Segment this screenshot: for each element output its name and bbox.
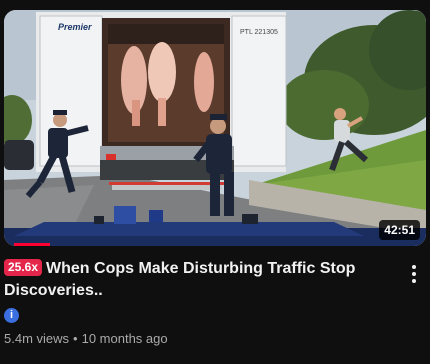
- menu-dot: [412, 272, 416, 276]
- thumbnail-scene: Premier PTL 221305: [4, 10, 426, 246]
- video-title[interactable]: 25.6x When Cops Make Disturbing Traffic S…: [4, 258, 394, 302]
- verified-badge-icon: i: [4, 308, 19, 323]
- video-title-text: When Cops Make Disturbing Traffic Stop D…: [4, 260, 356, 299]
- truck-brand-text: Premier: [58, 22, 92, 32]
- multiplier-badge: 25.6x: [4, 259, 43, 276]
- truck-number-text: PTL 221305: [240, 29, 278, 36]
- video-card[interactable]: Premier PTL 221305 42:51 25.6x When Cops…: [0, 0, 430, 364]
- upload-age: 10 months ago: [81, 331, 168, 346]
- menu-dot: [412, 279, 416, 283]
- video-thumbnail[interactable]: Premier PTL 221305 42:51: [4, 10, 426, 246]
- video-stats: 5.4m views • 10 months ago: [4, 330, 168, 348]
- video-meta: 25.6x When Cops Make Disturbing Traffic S…: [4, 258, 394, 302]
- stats-separator: •: [73, 331, 78, 346]
- menu-dot: [412, 265, 416, 269]
- watch-progress-bar: [14, 243, 50, 246]
- duration-badge: 42:51: [379, 220, 420, 240]
- more-vert-icon[interactable]: [404, 262, 424, 286]
- view-count: 5.4m views: [4, 331, 70, 346]
